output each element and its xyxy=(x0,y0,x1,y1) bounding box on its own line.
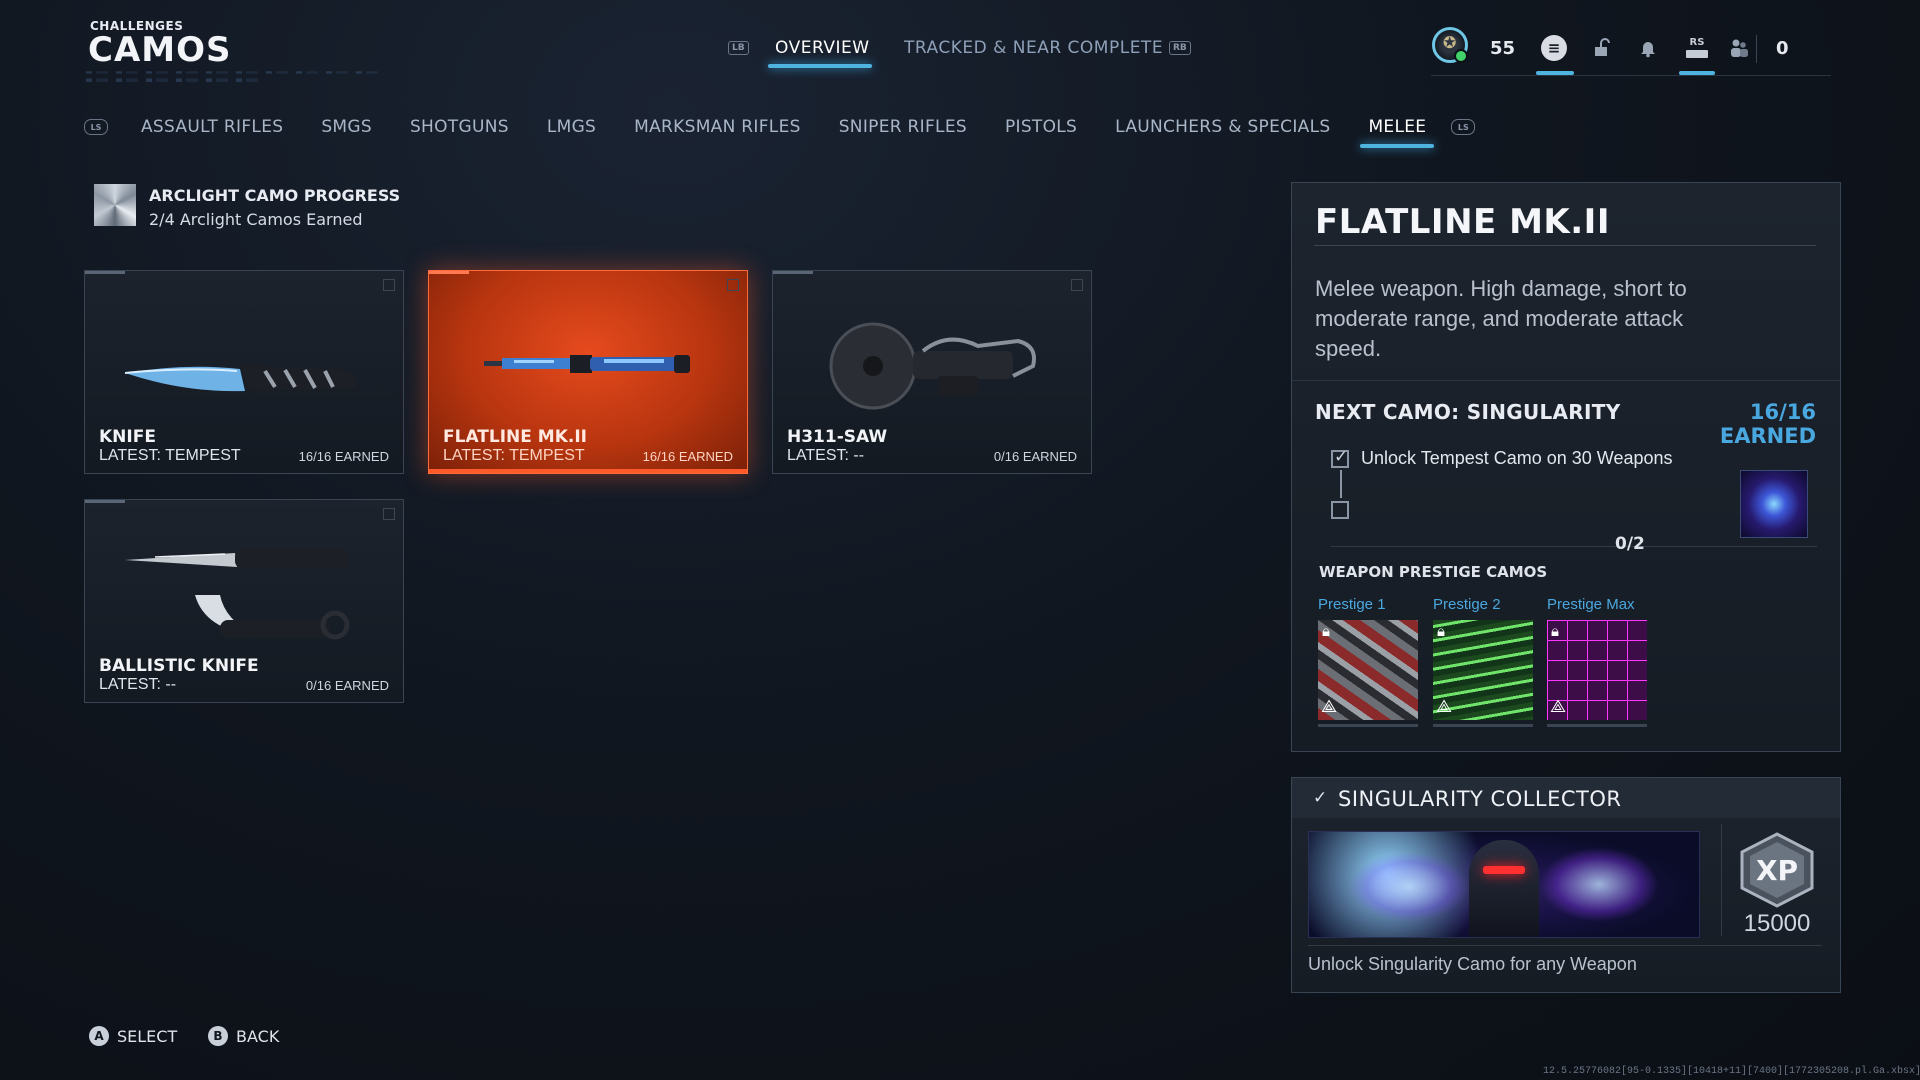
detail-description: Melee weapon. High damage, short to mode… xyxy=(1315,276,1687,361)
weapon-card-h311-saw[interactable]: H311-SAW LATEST: -- 0/16 EARNED xyxy=(772,270,1092,474)
arclight-subtitle: 2/4 Arclight Camos Earned xyxy=(149,210,363,229)
prestige-1-label: Prestige 1 xyxy=(1318,596,1386,613)
arclight-camo-icon xyxy=(94,184,136,226)
challenge-progress-bar xyxy=(1331,546,1817,547)
challenge-checkbox-checked xyxy=(1331,447,1349,468)
prestige-max-label: Prestige Max xyxy=(1547,596,1635,613)
weapon-latest-camo: LATEST: -- xyxy=(787,447,865,464)
weapon-latest-camo: LATEST: TEMPEST xyxy=(443,447,585,464)
select-prompt[interactable]: SELECT xyxy=(117,1027,177,1046)
tab-pistols[interactable]: PISTOLS xyxy=(1005,117,1077,137)
xp-amount: 15000 xyxy=(1743,910,1811,937)
rank-emblem-icon: ✪ xyxy=(1443,33,1457,52)
prestige-2-label: Prestige 2 xyxy=(1433,596,1501,613)
lb-bumper-icon[interactable]: LB xyxy=(728,41,749,55)
tab-overview[interactable]: OVERVIEW xyxy=(775,38,870,58)
tab-lmgs[interactable]: LMGS xyxy=(547,117,596,137)
next-camo-label: NEXT CAMO: SINGULARITY xyxy=(1315,400,1621,424)
singularity-camo-preview xyxy=(1740,470,1808,538)
prestige-badge-icon: ⟁ xyxy=(1321,696,1338,717)
collector-description: Unlock Singularity Camo for any Weapon xyxy=(1308,954,1637,974)
tab-tracked-near-complete[interactable]: TRACKED & NEAR COMPLETE xyxy=(904,38,1163,58)
weapon-category-tabs: LS ASSAULT RIFLES SMGS SHOTGUNS LMGS MAR… xyxy=(84,112,1476,148)
prestige-1-camo-tile[interactable]: 🔒︎ ⟁ xyxy=(1318,620,1418,727)
tab-melee[interactable]: MELEE xyxy=(1360,117,1435,148)
weapon-name: H311-SAW xyxy=(787,427,888,447)
player-level: 55 xyxy=(1490,38,1516,59)
weapon-card-knife[interactable]: KNIFE LATEST: TEMPEST 16/16 EARNED xyxy=(84,270,404,474)
weapon-earned-count: 16/16 EARNED xyxy=(642,449,733,464)
back-prompt[interactable]: BACK xyxy=(236,1027,279,1046)
rs-bumper-icon[interactable]: LS xyxy=(1451,119,1476,135)
arclight-title: ARCLIGHT CAMO PROGRESS xyxy=(149,186,401,205)
challenge-checkbox-empty xyxy=(1331,501,1349,519)
weapon-name: KNIFE xyxy=(99,427,156,447)
prestige-max-camo-tile[interactable]: 🔒︎ ⟁ xyxy=(1547,620,1647,727)
rs-stick-icon[interactable]: RS xyxy=(1680,31,1714,65)
prestige-2-camo-tile[interactable]: 🔒︎ ⟁ xyxy=(1433,620,1533,727)
tab-shotguns[interactable]: SHOTGUNS xyxy=(410,117,509,137)
next-camo-earned: 16/16 EARNED xyxy=(1719,400,1816,448)
collector-title: SINGULARITY COLLECTOR xyxy=(1338,787,1622,811)
active-tab-indicator xyxy=(768,64,872,68)
weapon-earned-count: 0/16 EARNED xyxy=(305,678,389,693)
page-title: CAMOS xyxy=(88,30,232,70)
prestige-badge-icon: ⟁ xyxy=(1436,696,1453,717)
ballistic-knife-image-icon xyxy=(125,549,350,640)
a-button-icon[interactable]: A xyxy=(89,1026,109,1046)
weapon-latest-camo: LATEST: -- xyxy=(99,676,177,693)
weapon-card-flatline-mk2[interactable]: FLATLINE MK.II LATEST: TEMPEST 16/16 EAR… xyxy=(428,270,748,474)
rank-badge-icon[interactable]: ✪ xyxy=(1432,27,1468,63)
people-icon[interactable] xyxy=(1722,31,1756,65)
collector-reward-image xyxy=(1308,831,1700,938)
collector-line xyxy=(1308,945,1822,946)
challenge-progress-text: 0/2 xyxy=(1615,534,1645,554)
collector-divider xyxy=(1721,824,1722,936)
check-icon: ✓ xyxy=(1313,788,1328,808)
lock-icon: 🔒︎ xyxy=(1437,622,1445,640)
weapon-latest-camo: LATEST: TEMPEST xyxy=(99,447,241,464)
xp-badge-icon: XP xyxy=(1740,832,1814,908)
weapon-card-ballistic-knife[interactable]: BALLISTIC KNIFE LATEST: -- 0/16 EARNED xyxy=(84,499,404,703)
tab-marksman-rifles[interactable]: MARKSMAN RIFLES xyxy=(634,117,801,137)
menu-icon[interactable]: ≡ xyxy=(1537,31,1571,65)
bell-icon[interactable] xyxy=(1631,31,1665,65)
flatline-image-icon xyxy=(484,355,690,373)
detail-title-divider xyxy=(1314,245,1816,246)
rb-bumper-icon[interactable]: RB xyxy=(1169,41,1191,55)
detail-weapon-title: FLATLINE MK.II xyxy=(1315,202,1610,242)
b-button-icon[interactable]: B xyxy=(208,1026,228,1046)
lock-icon: 🔒︎ xyxy=(1551,622,1559,640)
build-version: 12.5.25776082[95-0.1335][10418+11][7400]… xyxy=(1543,1066,1920,1077)
prestige-camos-heading: WEAPON PRESTIGE CAMOS xyxy=(1319,563,1548,581)
weapon-earned-count: 0/16 EARNED xyxy=(993,449,1077,464)
currency-count: 0 xyxy=(1776,38,1789,59)
weapon-name: BALLISTIC KNIFE xyxy=(99,656,259,676)
status-divider xyxy=(1756,35,1757,63)
tab-launchers-specials[interactable]: LAUNCHERS & SPECIALS xyxy=(1115,117,1330,137)
weapon-name: FLATLINE MK.II xyxy=(443,427,587,447)
detail-divider xyxy=(1292,380,1840,381)
prestige-badge-icon: ⟁ xyxy=(1550,696,1567,717)
weapon-earned-count: 16/16 EARNED xyxy=(298,449,389,464)
lock-icon[interactable] xyxy=(1585,31,1619,65)
challenge-text: Unlock Tempest Camo on 30 Weapons xyxy=(1361,448,1673,468)
header-divider xyxy=(1431,75,1831,76)
tab-smgs[interactable]: SMGS xyxy=(321,117,372,137)
online-status-icon xyxy=(1454,49,1468,63)
lock-icon: 🔒︎ xyxy=(1322,622,1330,640)
knife-image-icon xyxy=(125,365,356,392)
ls-bumper-icon[interactable]: LS xyxy=(84,119,108,135)
h311-saw-image-icon xyxy=(829,322,1036,410)
checkbox-connector xyxy=(1340,470,1342,498)
svg-text:XP: XP xyxy=(1756,854,1798,887)
tab-sniper-rifles[interactable]: SNIPER RIFLES xyxy=(839,117,967,137)
tab-assault-rifles[interactable]: ASSAULT RIFLES xyxy=(141,117,283,137)
